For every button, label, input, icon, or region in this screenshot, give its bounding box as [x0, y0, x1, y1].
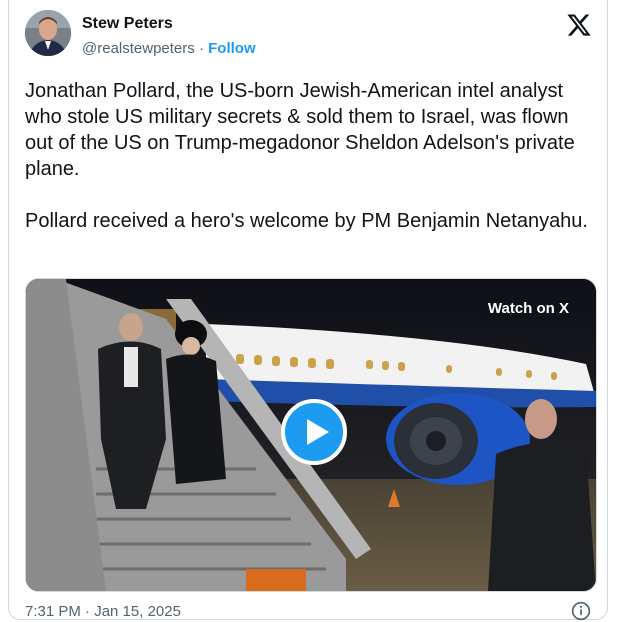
- avatar-image: [25, 10, 71, 56]
- tweet-text: Jonathan Pollard, the US-born Jewish-Ame…: [25, 78, 600, 234]
- info-icon[interactable]: [571, 601, 591, 621]
- tweet-timestamp[interactable]: 7:31 PM · Jan 15, 2025: [25, 603, 181, 620]
- author-handle-row: @realstewpeters · Follow: [82, 40, 256, 57]
- avatar[interactable]: [25, 10, 71, 56]
- tweet-card: Stew Peters @realstewpeters · Follow Jon…: [8, 0, 608, 621]
- author-handle[interactable]: @realstewpeters: [82, 40, 195, 57]
- tweet-paragraph: Pollard received a hero's welcome by PM …: [25, 210, 588, 232]
- video-player[interactable]: Watch on X: [25, 278, 597, 592]
- x-logo-icon[interactable]: [566, 12, 592, 38]
- play-icon[interactable]: [281, 399, 347, 465]
- follow-button[interactable]: Follow: [208, 40, 256, 57]
- handle-separator: ·: [198, 40, 204, 57]
- tweet-paragraph: Jonathan Pollard, the US-born Jewish-Ame…: [25, 80, 575, 180]
- author-name[interactable]: Stew Peters: [82, 15, 173, 33]
- watch-on-x-button[interactable]: Watch on X: [472, 291, 584, 326]
